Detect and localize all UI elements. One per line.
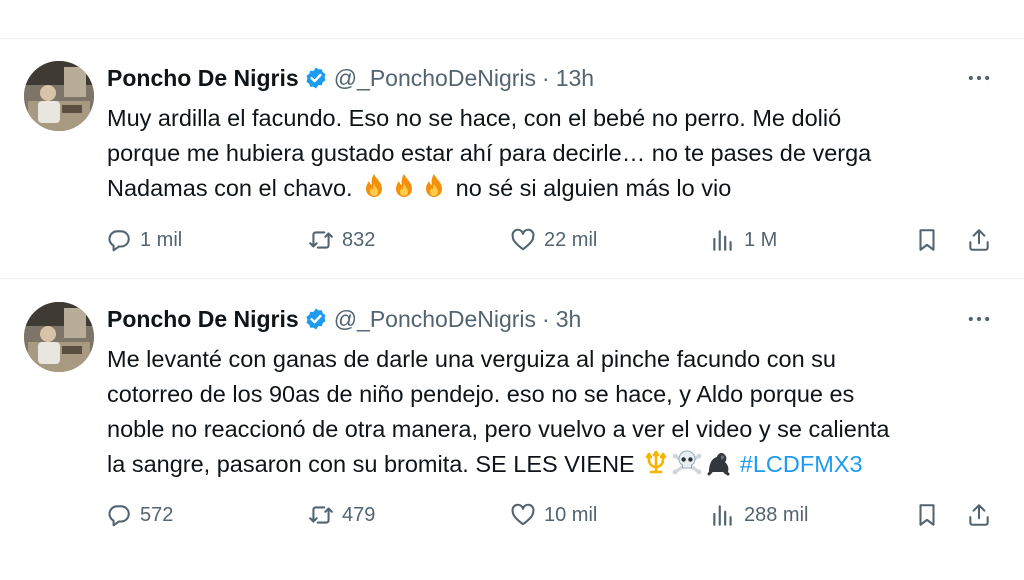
more-icon[interactable]: [964, 63, 994, 93]
repost-count: 479: [342, 503, 376, 526]
tweet-header: Poncho De Nigris @_PonchoDeNigris · 3h: [107, 304, 581, 334]
like-count: 10 mil: [544, 503, 598, 526]
like-icon: [511, 503, 535, 526]
bookmark-button[interactable]: [914, 223, 940, 257]
repost-icon: [309, 231, 333, 249]
skull-crossbones-emoji: [671, 448, 703, 486]
author-name[interactable]: Poncho De Nigris: [107, 306, 299, 333]
author-handle[interactable]: @_PonchoDeNigris: [334, 306, 536, 333]
tweet-text: Muy ardilla el facundo. Eso no se hace, …: [107, 101, 997, 210]
tweet-text-segment: no sé si alguien más lo vio: [455, 175, 732, 201]
bookmark-button[interactable]: [914, 498, 940, 532]
trident-emoji: [641, 448, 671, 486]
bookmark-icon: [919, 504, 935, 526]
avatar[interactable]: [24, 302, 94, 372]
tweet-header: Poncho De Nigris @_PonchoDeNigris · 13h: [107, 63, 594, 93]
fire-emoji: [419, 172, 449, 210]
views-count: 1 M: [744, 228, 778, 251]
repost-button[interactable]: 479: [308, 498, 375, 532]
timestamp[interactable]: 3h: [556, 306, 582, 333]
tweet[interactable]: Poncho De Nigris @_PonchoDeNigris · 3h M…: [0, 280, 1024, 580]
repost-button[interactable]: 832: [308, 223, 375, 257]
hashtag-link[interactable]: #LCDFMX3: [740, 451, 863, 477]
bookmark-icon: [919, 229, 935, 251]
like-count: 22 mil: [544, 228, 598, 251]
action-bar: 572 479 10 mil 288 mil: [0, 498, 1024, 532]
repost-count: 832: [342, 228, 376, 251]
reply-count: 572: [140, 503, 174, 526]
tweet-text-segment: Nadamas con el chavo.: [107, 175, 353, 201]
separator-dot: ·: [542, 64, 550, 91]
reply-icon: [108, 230, 130, 252]
author-handle[interactable]: @_PonchoDeNigris: [334, 65, 536, 92]
share-icon: [969, 229, 989, 251]
share-button[interactable]: [966, 498, 992, 532]
tweet-text-line: noble no reaccionó de otra manera, pero …: [107, 416, 890, 442]
tweet-text-line: porque me hubiera gustado estar ahí para…: [107, 140, 872, 166]
avatar[interactable]: [24, 61, 94, 131]
separator-dot: ·: [542, 305, 550, 332]
author-name[interactable]: Poncho De Nigris: [107, 65, 299, 92]
reply-icon: [108, 505, 130, 527]
fire-emoji: [359, 172, 389, 210]
action-bar: 1 mil 832 22 mil 1 M: [0, 223, 1024, 257]
like-button[interactable]: 22 mil: [510, 223, 597, 257]
like-button[interactable]: 10 mil: [510, 498, 597, 532]
views-count: 288 mil: [744, 503, 809, 526]
views-button[interactable]: 1 M: [710, 223, 777, 257]
more-icon[interactable]: [964, 304, 994, 334]
verified-badge-icon: [304, 66, 328, 90]
tweet-text-line: la sangre, pasaron con su bromita. SE LE…: [107, 447, 997, 486]
tweet-text-line: Nadamas con el chavo. no sé si alguien m…: [107, 171, 997, 210]
fire-emoji: [389, 172, 419, 210]
tweet-text-line: cotorreo de los 90as de niño pendejo. es…: [107, 381, 855, 407]
tweet-text: Me levanté con ganas de darle una vergui…: [107, 342, 997, 486]
share-icon: [969, 504, 989, 526]
gorilla-emoji: [703, 448, 733, 486]
reply-button[interactable]: 572: [106, 498, 173, 532]
repost-icon: [309, 506, 333, 524]
reply-count: 1 mil: [140, 228, 183, 251]
tweet-text-line: Muy ardilla el facundo. Eso no se hace, …: [107, 105, 842, 131]
views-button[interactable]: 288 mil: [710, 498, 808, 532]
like-icon: [511, 228, 535, 251]
verified-badge-icon: [304, 307, 328, 331]
tweet[interactable]: Poncho De Nigris @_PonchoDeNigris · 13h …: [0, 39, 1024, 279]
tweet-text-line: Me levanté con ganas de darle una vergui…: [107, 346, 836, 372]
views-icon: [713, 505, 732, 526]
timestamp[interactable]: 13h: [556, 65, 594, 92]
tweet-text-segment: la sangre, pasaron con su bromita. SE LE…: [107, 451, 635, 477]
reply-button[interactable]: 1 mil: [106, 223, 182, 257]
share-button[interactable]: [966, 223, 992, 257]
views-icon: [713, 230, 732, 251]
